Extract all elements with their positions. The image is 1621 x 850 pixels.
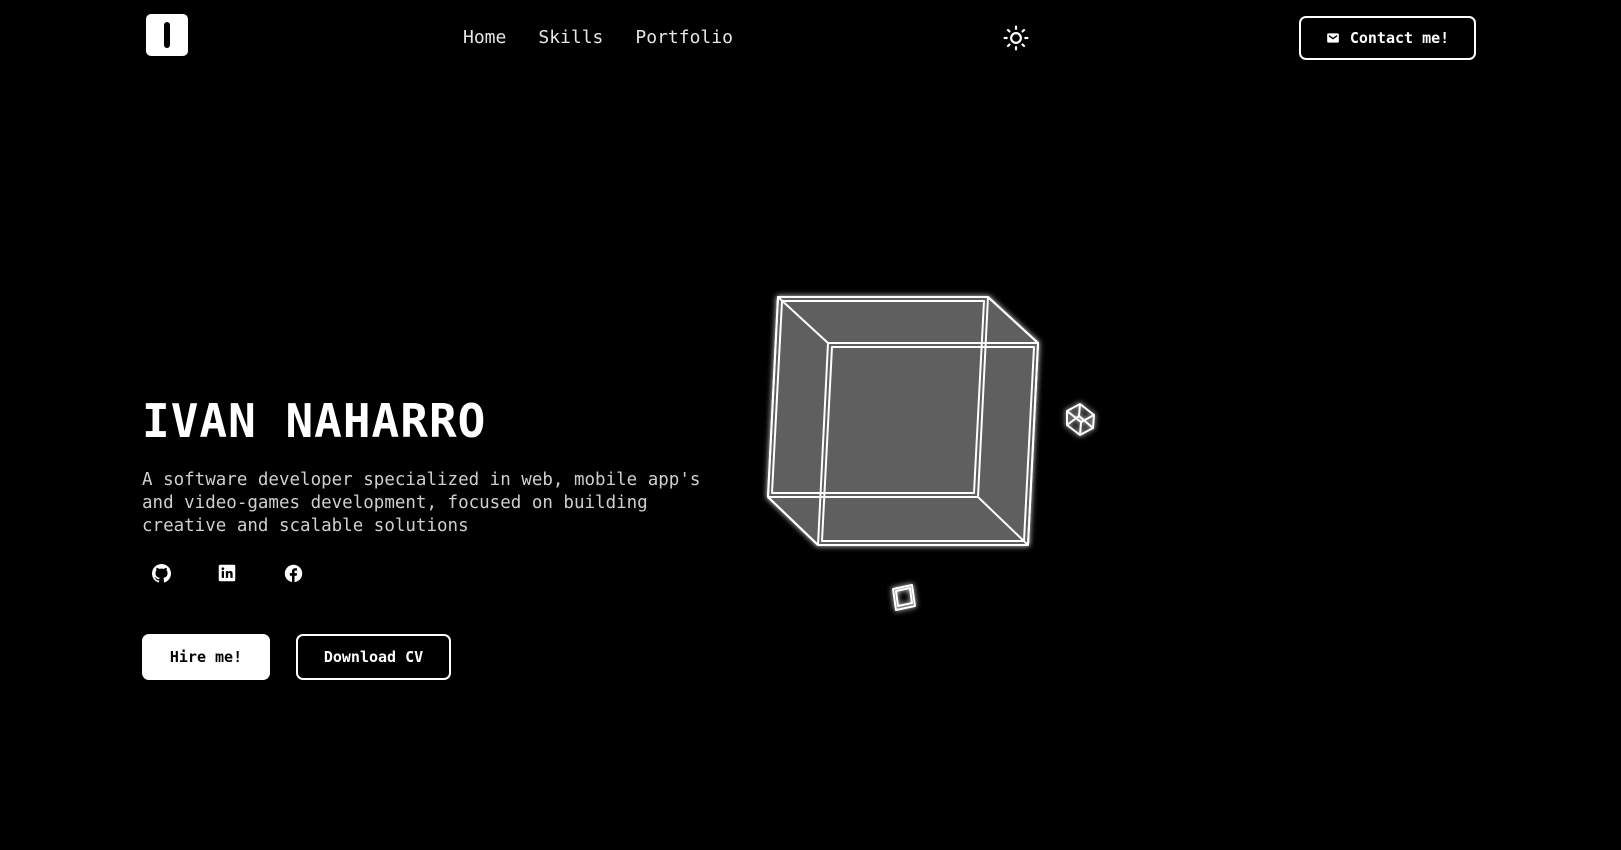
hire-me-button[interactable]: Hire me! [142, 634, 270, 680]
hero-description: A software developer specialized in web,… [142, 470, 701, 536]
logo[interactable] [146, 14, 188, 56]
facebook-link[interactable] [282, 562, 304, 584]
linkedin-icon [218, 564, 236, 582]
github-link[interactable] [150, 562, 172, 584]
github-icon [151, 563, 171, 583]
contact-button-label: Contact me! [1349, 29, 1450, 47]
logo-bar-icon [164, 22, 170, 48]
linkedin-link[interactable] [216, 562, 238, 584]
tiny-cube [892, 584, 916, 611]
nav-home[interactable]: Home [463, 25, 506, 50]
small-cube [1066, 403, 1095, 436]
facebook-icon [284, 564, 302, 582]
contact-button[interactable]: Contact me! [1299, 16, 1476, 60]
main-nav: Home Skills Portfolio [463, 25, 733, 50]
large-cube [767, 296, 1039, 546]
nav-skills[interactable]: Skills [538, 25, 603, 50]
social-links [150, 562, 304, 584]
landing-page: Home Skills Portfolio Contact me! IVAN N… [0, 0, 1621, 850]
sun-icon [1003, 25, 1029, 51]
download-cv-button[interactable]: Download CV [296, 634, 451, 680]
theme-toggle[interactable] [1001, 23, 1031, 53]
cube-illustration [767, 296, 1095, 611]
mail-icon [1326, 33, 1339, 43]
nav-portfolio[interactable]: Portfolio [635, 25, 733, 50]
hero-title: IVAN NAHARRO [142, 394, 487, 448]
